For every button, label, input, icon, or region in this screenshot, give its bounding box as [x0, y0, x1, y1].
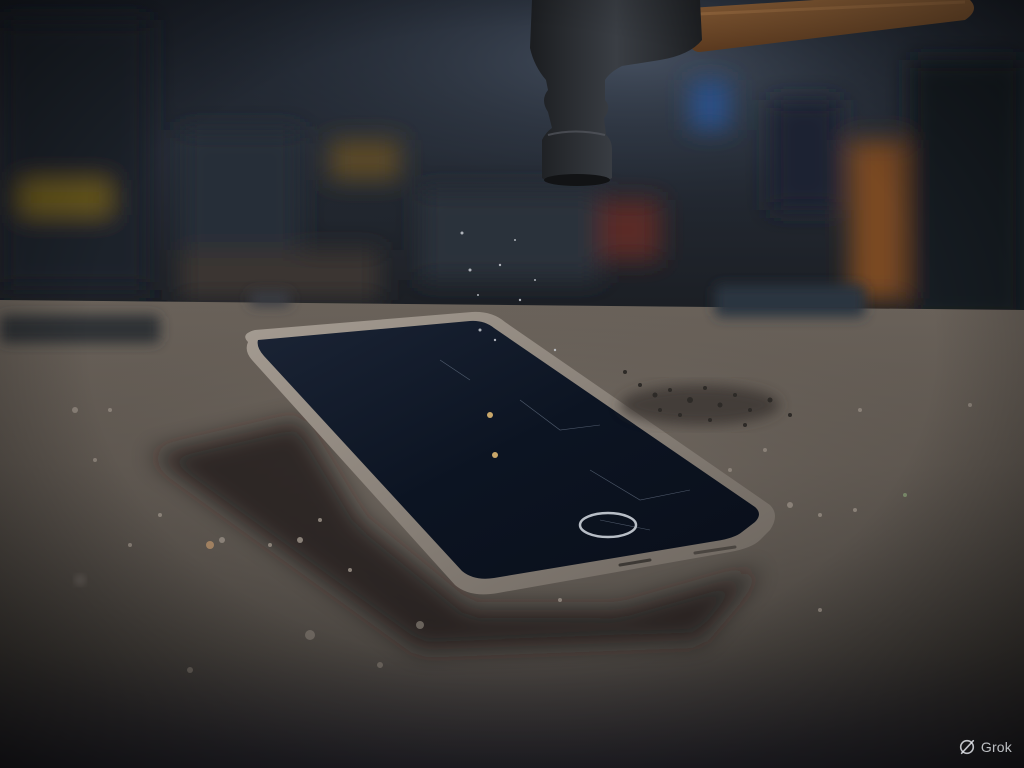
scene-illustration [0, 0, 1024, 768]
watermark-brand-text: Grok [980, 739, 1012, 755]
grok-watermark: Grok [958, 738, 1012, 756]
photo-scene: Grok [0, 0, 1024, 768]
grok-logo-icon [959, 739, 974, 755]
